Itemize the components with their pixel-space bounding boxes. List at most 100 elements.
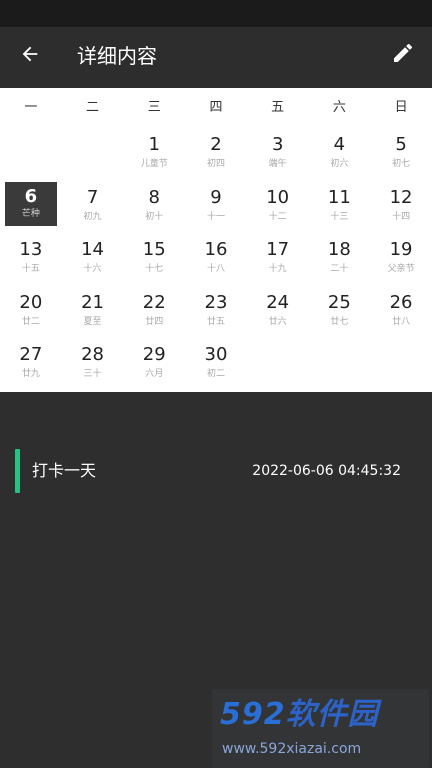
calendar-day-22[interactable]: 22 廿四 [123,286,185,338]
pencil-edit-icon [391,41,415,69]
day-number: 30 [204,344,228,366]
lunar-date: 儿童节 [140,159,168,169]
calendar-day-2[interactable]: 2 初四 [185,128,247,180]
lunar-date: 初七 [392,159,411,169]
day-number: 22 [142,291,166,313]
calendar-week-row: 1 儿童节 2 初四 3 端午 4 初六 5 初七 [0,128,432,180]
lunar-date: 二十 [330,264,349,275]
lunar-date: 廿四 [145,316,164,327]
lunar-date: 廿六 [268,316,287,327]
lunar-date: 廿八 [392,316,411,327]
watermark-logo-name: 软件园 [285,697,379,732]
day-number: 20 [19,291,43,313]
calendar-empty-cell [0,128,62,180]
lunar-date: 初二 [206,369,225,380]
day-number: 5 [395,134,407,155]
day-number: 25 [327,291,351,313]
record-accent-bar [15,449,20,493]
calendar-day-20[interactable]: 20 廿二 [0,286,62,338]
calendar-day-17[interactable]: 17 十九 [247,233,309,285]
calendar-day-10[interactable]: 10 十二 [247,181,309,233]
weekday-header: 一 二 三 四 五 六 日 [0,88,432,128]
app-bar: 详细内容 [0,27,432,88]
lunar-date: 端午 [268,159,287,169]
page-title: 详细内容 [77,44,157,68]
day-number: 2 [210,134,222,155]
back-button[interactable] [14,40,46,72]
status-bar [0,0,432,27]
day-number: 15 [142,239,166,261]
lunar-date: 初六 [330,159,349,169]
lunar-date: 六月 [145,369,164,380]
calendar-day-29[interactable]: 29 六月 [123,338,185,390]
calendar-day-28[interactable]: 28 三十 [62,338,124,390]
day-number: 28 [81,344,104,366]
calendar-day-12[interactable]: 12 十四 [370,181,432,233]
lunar-date: 廿五 [206,316,225,327]
calendar-day-11[interactable]: 11 十三 [309,181,371,233]
calendar-day-13[interactable]: 13 十五 [0,233,62,285]
day-number: 21 [81,291,104,313]
calendar-day-18[interactable]: 18 二十 [309,233,371,285]
calendar-day-3[interactable]: 3 端午 [247,128,309,180]
calendar-week-row: 20 廿二 21 夏至 22 廿四 23 廿五 24 廿六 25 廿七 26 廿八 [0,286,432,338]
day-number: 12 [389,186,413,208]
calendar-day-1[interactable]: 1 儿童节 [123,128,185,180]
calendar-day-27[interactable]: 27 廿九 [0,338,62,390]
calendar-day-6[interactable]: 6 芒种 [0,181,62,233]
day-number: 18 [327,239,351,261]
lunar-date: 初十 [145,211,164,222]
calendar-empty-cell [247,338,309,390]
day-number: 23 [204,291,228,313]
calendar-day-26[interactable]: 26 廿八 [370,286,432,338]
weekday-label: 五 [271,100,285,115]
record-timestamp: 2022-06-06 04:45:32 [252,463,401,479]
calendar-day-15[interactable]: 15 十七 [123,233,185,285]
lunar-date: 十四 [392,211,411,222]
calendar-day-4[interactable]: 4 初六 [309,128,371,180]
calendar-week-row: 27 廿九 28 三十 29 六月 30 初二 [0,338,432,390]
calendar-day-16[interactable]: 16 十八 [185,233,247,285]
day-number: 11 [327,186,351,208]
lunar-date: 十三 [330,211,349,222]
month-calendar: 一 二 三 四 五 六 日 1 儿童节 2 初四 3 端午 4 初六 5 初七 6 芒种 7 初九 8 初十 9… [0,88,432,392]
calendar-day-25[interactable]: 25 廿七 [309,286,371,338]
day-number: 7 [86,186,99,208]
day-number: 17 [266,239,290,261]
day-number: 29 [142,344,166,366]
calendar-day-5[interactable]: 5 初七 [370,128,432,180]
weekday-label: 三 [147,100,161,115]
weekday-label: 四 [209,100,223,115]
record-title: 打卡一天 [32,461,97,480]
lunar-date: 十六 [83,264,102,275]
calendar-empty-cell [309,338,371,390]
day-number: 16 [204,239,228,261]
record-item[interactable]: 打卡一天 2022-06-06 04:45:32 [15,449,417,493]
calendar-day-21[interactable]: 21 夏至 [62,286,124,338]
edit-button[interactable] [386,38,420,72]
calendar-empty-cell [370,338,432,390]
day-number: 3 [271,134,284,155]
lunar-date: 廿九 [21,369,40,380]
calendar-day-19[interactable]: 19 父亲节 [370,233,432,285]
calendar-week-row: 13 十五 14 十六 15 十七 16 十八 17 十九 18 二十 19 父亲节 [0,233,432,285]
lunar-date: 十二 [268,211,287,222]
lunar-date: 父亲节 [387,264,415,275]
day-number: 9 [210,186,222,208]
lunar-date: 十七 [145,264,164,275]
watermark-logo-text: 592软件园 [220,695,379,735]
calendar-day-14[interactable]: 14 十六 [62,233,124,285]
calendar-day-24[interactable]: 24 廿六 [247,286,309,338]
calendar-day-23[interactable]: 23 廿五 [185,286,247,338]
watermark-logo: 592软件园 www.592xiazai.com [212,689,429,768]
calendar-day-9[interactable]: 9 十一 [185,181,247,233]
weekday-label: 一 [24,100,38,115]
lunar-date: 三十 [83,369,102,380]
day-number: 4 [333,134,346,155]
calendar-day-30[interactable]: 30 初二 [185,338,247,390]
calendar-day-7[interactable]: 7 初九 [62,181,124,233]
calendar-day-8[interactable]: 8 初十 [123,181,185,233]
day-number: 27 [19,344,43,366]
calendar-empty-cell [62,128,124,180]
day-number: 6 [24,185,38,207]
